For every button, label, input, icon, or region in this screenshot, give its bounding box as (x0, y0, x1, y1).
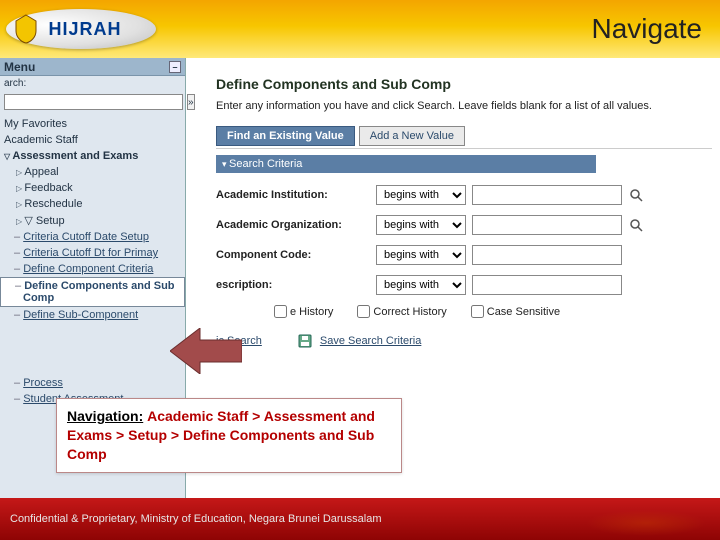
input-academic-organization[interactable] (472, 215, 622, 235)
link-save-search[interactable]: Save Search Criteria (320, 335, 422, 347)
minimize-icon[interactable]: – (169, 61, 181, 73)
sidebar-item-define-components-sub[interactable]: Define Components and Sub Comp (0, 277, 185, 307)
sidebar-item-process[interactable]: Process (0, 375, 185, 391)
field-description: escription: begins with (216, 275, 712, 295)
menu-header: Menu – (0, 58, 185, 76)
search-links: ic Search Save Search Criteria (216, 334, 712, 348)
footer-text: Confidential & Proprietary, Ministry of … (10, 513, 382, 525)
callout-lead: Navigation: (67, 408, 143, 424)
sidebar-item-feedback[interactable]: Feedback (0, 180, 185, 196)
lookup-icon[interactable] (628, 217, 644, 233)
slide-title: Navigate (591, 13, 702, 45)
menu-search-row: » (0, 91, 185, 116)
save-icon (298, 334, 312, 348)
sidebar-item-assessment[interactable]: Assessment and Exams (0, 148, 185, 164)
op-component-code[interactable]: begins with (376, 245, 466, 265)
checkbox-row: e History Correct History Case Sensitive (274, 305, 712, 318)
sidebar-item-setup[interactable]: ▽ Setup (0, 212, 185, 229)
sidebar-item-define-subcomponent[interactable]: Define Sub-Component (0, 307, 185, 323)
search-label: arch: (0, 76, 185, 91)
op-academic-organization[interactable]: begins with (376, 215, 466, 235)
logo: HIJRAH (6, 9, 156, 49)
crest-icon (12, 13, 40, 45)
label-academic-organization: Academic Organization: (216, 219, 376, 231)
page-intro: Enter any information you have and click… (216, 100, 712, 112)
label-academic-institution: Academic Institution: (216, 189, 376, 201)
link-basic-search[interactable]: ic Search (216, 335, 262, 347)
search-criteria-header[interactable]: Search Criteria (216, 155, 596, 173)
brand-name: HIJRAH (48, 19, 121, 40)
label-component-code: Component Code: (216, 249, 376, 261)
input-description[interactable] (472, 275, 622, 295)
op-academic-institution[interactable]: begins with (376, 185, 466, 205)
chk-include-history[interactable]: e History (274, 305, 333, 318)
sidebar-item-favorites[interactable]: My Favorites (0, 116, 185, 132)
logo-ellipse: HIJRAH (6, 9, 156, 49)
tab-strip: Find an Existing Value Add a New Value (216, 126, 712, 146)
op-description[interactable]: begins with (376, 275, 466, 295)
input-component-code[interactable] (472, 245, 622, 265)
menu-search-input[interactable] (4, 94, 183, 110)
label-description: escription: (216, 279, 376, 291)
field-component-code: Component Code: begins with (216, 245, 712, 265)
field-academic-institution: Academic Institution: begins with (216, 185, 712, 205)
sidebar-item-reschedule[interactable]: Reschedule (0, 196, 185, 212)
lookup-icon[interactable] (628, 187, 644, 203)
page-title: Define Components and Sub Comp (216, 76, 712, 92)
field-academic-organization: Academic Organization: begins with (216, 215, 712, 235)
sidebar-item-criteria-cutoff-primary[interactable]: Criteria Cutoff Dt for Primay (0, 245, 185, 261)
chk-correct-history[interactable]: Correct History (357, 305, 446, 318)
navigation-callout: Navigation: Academic Staff > Assessment … (56, 398, 402, 473)
sidebar-item-define-component-criteria[interactable]: Define Component Criteria (0, 261, 185, 277)
sidebar-item-academic-staff[interactable]: Academic Staff (0, 132, 185, 148)
sidebar-item-criteria-cutoff-date[interactable]: Criteria Cutoff Date Setup (0, 229, 185, 245)
input-academic-institution[interactable] (472, 185, 622, 205)
divider (216, 148, 712, 149)
tab-add-new[interactable]: Add a New Value (359, 126, 465, 146)
header-band: HIJRAH Navigate (0, 0, 720, 58)
tab-find-existing[interactable]: Find an Existing Value (216, 126, 355, 146)
footer: Confidential & Proprietary, Ministry of … (0, 498, 720, 540)
sidebar-item-appeal[interactable]: Appeal (0, 164, 185, 180)
chk-case-sensitive[interactable]: Case Sensitive (471, 305, 560, 318)
menu-title: Menu (4, 60, 35, 74)
